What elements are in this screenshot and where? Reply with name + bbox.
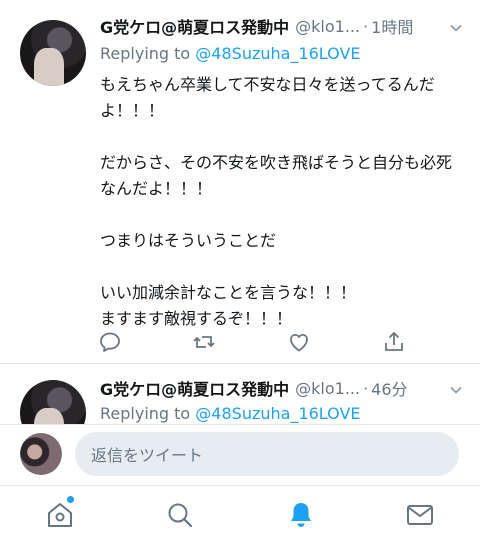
tweet-timestamp[interactable]: 1時間 [371,14,413,38]
tweet-header: G党ケロ@萌夏ロス発動中 @klo1... · 1時間 [100,14,413,38]
reply-mention-link[interactable]: @48Suzuha_16LOVE [195,404,360,423]
notifications-icon[interactable] [286,500,316,530]
reply-input[interactable]: 返信をツイート [75,432,459,476]
replying-to: Replying to @48Suzuha_16LOVE [100,404,361,423]
home-icon[interactable] [45,500,75,530]
tweet-header: G党ケロ@萌夏ロス発動中 @klo1... · 46分 [100,376,408,400]
tweet-actions [98,330,428,354]
reply-icon[interactable] [98,330,122,354]
heart-icon[interactable] [287,330,311,354]
chevron-down-icon[interactable] [448,382,464,398]
separator-dot: · [363,16,369,36]
replying-to-label: Replying to [100,404,191,423]
messages-icon[interactable] [405,500,435,530]
replying-to-label: Replying to [100,44,191,63]
retweet-icon[interactable] [192,330,216,354]
author-avatar[interactable] [20,380,86,424]
author-name[interactable]: G党ケロ@萌夏ロス発動中 [100,376,289,400]
share-icon[interactable] [382,330,406,354]
tweet[interactable]: G党ケロ@萌夏ロス発動中 @klo1... · 1時間 Replying to … [0,0,480,362]
author-handle[interactable]: @klo1... [295,17,360,36]
reply-mention-link[interactable]: @48Suzuha_16LOVE [195,44,360,63]
author-avatar[interactable] [20,20,86,86]
replying-to: Replying to @48Suzuha_16LOVE [100,44,361,63]
user-avatar [20,433,62,475]
new-content-dot [67,496,74,503]
tweet-text: もえちゃん卒業して不安な日々を送ってるんだよ！！！ だからさ、その不安を吹き飛ば… [100,75,453,328]
chevron-down-icon[interactable] [448,20,464,36]
separator-dot: · [363,378,369,398]
author-name[interactable]: G党ケロ@萌夏ロス発動中 [100,14,289,38]
tweet[interactable]: G党ケロ@萌夏ロス発動中 @klo1... · 46分 Replying to … [0,366,480,424]
tweet-timestamp[interactable]: 46分 [371,376,407,400]
reply-composer: 返信をツイート [0,424,480,485]
search-icon[interactable] [165,500,195,530]
author-handle[interactable]: @klo1... [295,379,360,398]
bottom-tab-bar [0,485,480,549]
tweet-divider [0,363,480,364]
